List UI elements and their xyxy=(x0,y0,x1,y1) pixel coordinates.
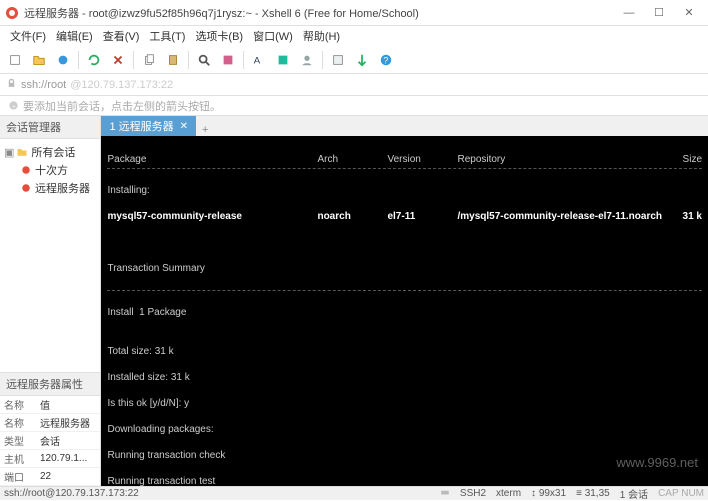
color-icon[interactable] xyxy=(272,49,294,71)
table-header: 名称值 xyxy=(0,396,100,414)
session-tree: ▣所有会话 十次方 远程服务器 xyxy=(0,139,100,372)
menu-view[interactable]: 查看(V) xyxy=(99,27,144,45)
user-icon[interactable] xyxy=(296,49,318,71)
table-row: 名称远程服务器 xyxy=(0,414,100,432)
properties-table: 名称值 名称远程服务器 类型会话 主机120.79.1... 端口22 xyxy=(0,396,100,486)
session-manager-title: 会话管理器 xyxy=(0,116,100,139)
table-row: 主机120.79.1... xyxy=(0,450,100,468)
svg-text:A: A xyxy=(254,55,261,66)
status-conn: ssh://root@120.79.137.173:22 xyxy=(4,488,139,499)
transfer-icon[interactable] xyxy=(351,49,373,71)
tab-bar: 1 远程服务器 ✕ + xyxy=(101,116,708,136)
terminal[interactable]: PackageArchVersionRepositorySize Install… xyxy=(101,136,708,486)
table-row: 端口22 xyxy=(0,468,100,486)
minimize-button[interactable]: — xyxy=(614,3,644,23)
svg-text:+: + xyxy=(12,103,16,110)
status-bar: ssh://root@120.79.137.173:22 SSH2 xterm … xyxy=(0,486,708,500)
title-bar: 远程服务器 - root@izwz9fu52f85h96q7j1rysz:~ -… xyxy=(0,0,708,26)
status-size: ↕ 99x31 xyxy=(531,488,566,499)
lock-icon xyxy=(6,78,17,92)
menu-tools[interactable]: 工具(T) xyxy=(145,27,189,45)
font-icon[interactable]: A xyxy=(248,49,270,71)
help-icon[interactable]: ? xyxy=(375,49,397,71)
menu-file[interactable]: 文件(F) xyxy=(6,27,50,45)
find-icon[interactable] xyxy=(193,49,215,71)
menu-edit[interactable]: 编辑(E) xyxy=(52,27,97,45)
open-icon[interactable] xyxy=(28,49,50,71)
tab-label: 1 远程服务器 xyxy=(109,118,173,134)
close-button[interactable]: ✕ xyxy=(674,3,704,23)
menu-window[interactable]: 窗口(W) xyxy=(249,27,297,45)
toolbar: A ? xyxy=(0,46,708,74)
tree-item-shicifang[interactable]: 十次方 xyxy=(2,161,98,179)
tree-item-remote[interactable]: 远程服务器 xyxy=(2,179,98,197)
tab-close-icon[interactable]: ✕ xyxy=(180,121,188,132)
properties-icon[interactable] xyxy=(217,49,239,71)
window-title: 远程服务器 - root@izwz9fu52f85h96q7j1rysz:~ -… xyxy=(24,5,614,21)
disconnect-icon[interactable] xyxy=(107,49,129,71)
properties-panel: 远程服务器属性 名称值 名称远程服务器 类型会话 主机120.79.1... 端… xyxy=(0,372,100,486)
svg-text:?: ? xyxy=(383,55,388,65)
copy-icon[interactable] xyxy=(138,49,160,71)
table-row: 类型会话 xyxy=(0,432,100,450)
tab-remote-server[interactable]: 1 远程服务器 ✕ xyxy=(101,116,196,136)
status-ssh: SSH2 xyxy=(460,488,486,499)
menu-bar: 文件(F) 编辑(E) 查看(V) 工具(T) 选项卡(B) 窗口(W) 帮助(… xyxy=(0,26,708,46)
hint-text: 要添加当前会话，点击左侧的箭头按钮。 xyxy=(23,98,221,114)
reconnect-icon[interactable] xyxy=(83,49,105,71)
paste-icon[interactable] xyxy=(162,49,184,71)
script-icon[interactable] xyxy=(327,49,349,71)
addr-prefix: ssh://root xyxy=(21,79,66,91)
content-area: 1 远程服务器 ✕ + PackageArchVersionRepository… xyxy=(101,116,708,486)
address-bar: ssh://root @120.79.137.173:22 xyxy=(0,74,708,96)
sidebar: 会话管理器 ▣所有会话 十次方 远程服务器 远程服务器属性 名称值 名称远程服务… xyxy=(0,116,101,486)
status-caps: CAP NUM xyxy=(658,488,704,499)
addr-suffix[interactable]: @120.79.137.173:22 xyxy=(70,79,173,91)
status-pos: ≡ 31,35 xyxy=(576,488,610,499)
tree-all-sessions[interactable]: ▣所有会话 xyxy=(2,143,98,161)
status-term: xterm xyxy=(496,488,521,499)
connect-icon[interactable] xyxy=(52,49,74,71)
maximize-button[interactable]: ☐ xyxy=(644,3,674,23)
tab-add-icon[interactable]: + xyxy=(196,124,214,136)
ssh-icon xyxy=(440,487,450,500)
properties-title: 远程服务器属性 xyxy=(0,373,100,396)
new-session-icon[interactable] xyxy=(4,49,26,71)
menu-help[interactable]: 帮助(H) xyxy=(299,27,344,45)
app-icon xyxy=(4,5,20,21)
menu-tabs[interactable]: 选项卡(B) xyxy=(191,27,247,45)
status-sessions: 1 会话 xyxy=(620,486,648,501)
hint-bar: + 要添加当前会话，点击左侧的箭头按钮。 xyxy=(0,96,708,116)
